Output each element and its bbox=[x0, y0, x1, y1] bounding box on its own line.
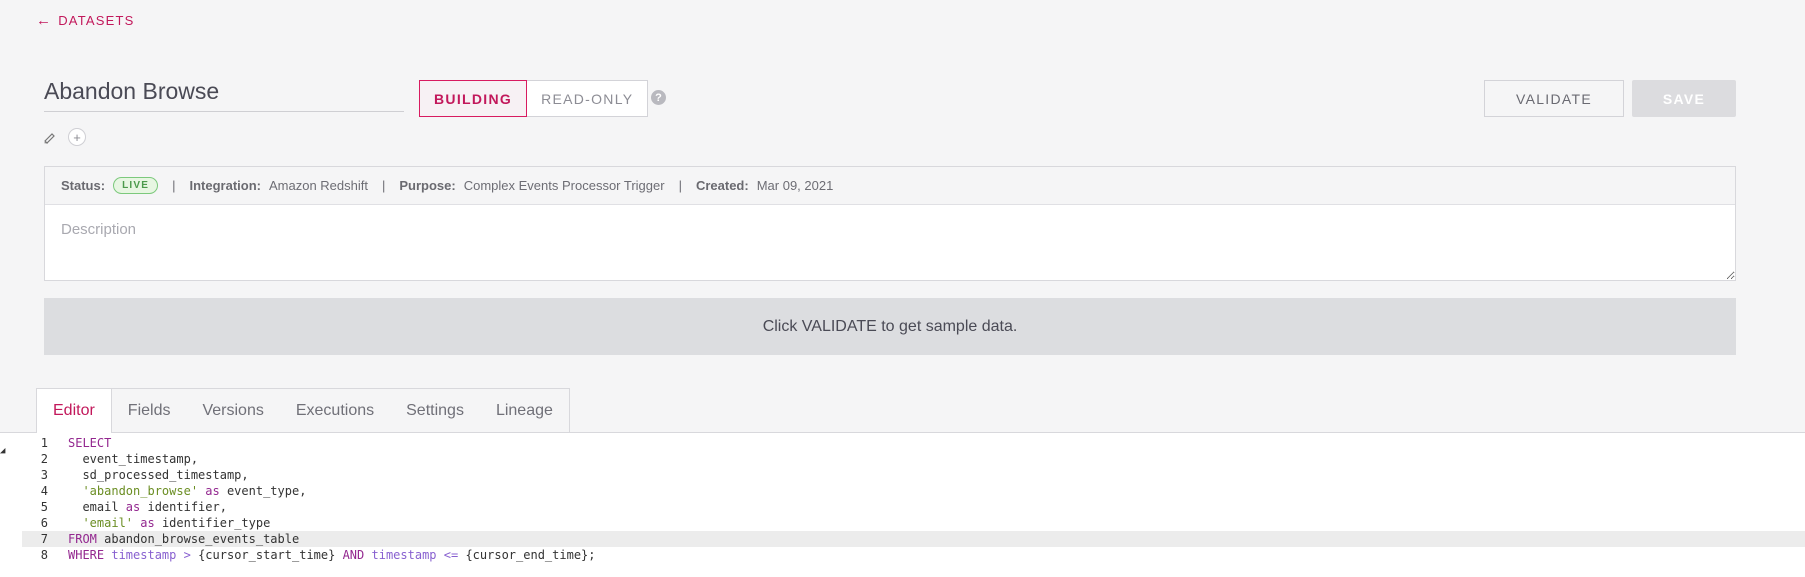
separator: | bbox=[678, 178, 682, 193]
code-text: 'email' as identifier_type bbox=[82, 516, 271, 530]
tab-versions[interactable]: Versions bbox=[186, 388, 280, 432]
code-text: SELECT bbox=[68, 436, 112, 450]
sample-data-message: Click VALIDATE to get sample data. bbox=[762, 317, 1018, 335]
code-text: FROM abandon_browse_events_table bbox=[68, 532, 300, 546]
code-line[interactable]: 8 WHERE timestamp > {cursor_start_time} … bbox=[22, 547, 1805, 563]
building-mode-button[interactable]: BUILDING bbox=[419, 80, 528, 117]
integration-value: Amazon Redshift bbox=[268, 178, 368, 193]
purpose-value: Complex Events Processor Trigger bbox=[463, 178, 665, 193]
eraser-icon[interactable] bbox=[42, 129, 58, 145]
code-line[interactable]: 2 event_timestamp, bbox=[22, 451, 1805, 467]
save-button[interactable]: SAVE bbox=[1632, 80, 1736, 117]
code-text: WHERE timestamp > {cursor_start_time} AN… bbox=[68, 548, 596, 562]
description-textarea[interactable] bbox=[45, 205, 1735, 280]
line-number: 2 bbox=[40, 452, 48, 466]
separator: | bbox=[172, 178, 176, 193]
purpose-label: Purpose: bbox=[399, 178, 456, 193]
metadata-bar: Status: LIVE | Integration: Amazon Redsh… bbox=[45, 167, 1735, 205]
line-number: 3 bbox=[40, 468, 48, 482]
title-tools: + bbox=[42, 128, 86, 146]
status-badge: LIVE bbox=[113, 177, 159, 194]
line-number: 6 bbox=[40, 516, 48, 530]
back-link-label: DATASETS bbox=[58, 13, 135, 28]
separator: | bbox=[381, 178, 386, 193]
created-value: Mar 09, 2021 bbox=[756, 178, 834, 193]
code-line[interactable]: 3 sd_processed_timestamp, bbox=[22, 467, 1805, 483]
code-line[interactable]: 5 email as identifier, bbox=[22, 499, 1805, 515]
dataset-info-panel: Status: LIVE | Integration: Amazon Redsh… bbox=[44, 166, 1736, 281]
dataset-title: Abandon Browse bbox=[44, 78, 220, 104]
code-line[interactable]: 4 'abandon_browse' as event_type, bbox=[22, 483, 1805, 499]
tab-settings[interactable]: Settings bbox=[390, 388, 480, 432]
tab-lineage[interactable]: Lineage bbox=[479, 388, 570, 432]
mode-toggle: BUILDING READ-ONLY bbox=[419, 80, 649, 117]
line-number: 4 bbox=[40, 484, 48, 498]
dataset-title-field[interactable]: Abandon Browse bbox=[44, 78, 404, 112]
sample-data-banner: Click VALIDATE to get sample data. bbox=[44, 298, 1736, 355]
add-tag-icon[interactable]: + bbox=[68, 128, 86, 146]
line-number: 1 bbox=[40, 436, 48, 450]
validate-button[interactable]: VALIDATE bbox=[1484, 80, 1624, 117]
arrow-left-icon: ← bbox=[36, 12, 53, 29]
integration-label: Integration: bbox=[189, 178, 261, 193]
status-label: Status: bbox=[61, 178, 106, 193]
sql-editor[interactable]: ◢ 1 SELECT 2 event_timestamp, 3 sd_proce… bbox=[0, 432, 1805, 577]
code-text: sd_processed_timestamp, bbox=[68, 468, 249, 482]
code-line[interactable]: 1 SELECT bbox=[22, 435, 1805, 451]
read-only-mode-button[interactable]: READ-ONLY bbox=[527, 80, 649, 117]
tab-executions[interactable]: Executions bbox=[279, 388, 391, 432]
fold-marker-icon[interactable]: ◢ bbox=[0, 446, 5, 456]
code-text: event_timestamp, bbox=[68, 452, 199, 466]
help-icon[interactable]: ? bbox=[651, 90, 666, 105]
line-number: 8 bbox=[40, 548, 48, 562]
tab-fields[interactable]: Fields bbox=[111, 388, 187, 432]
code-text: 'abandon_browse' as event_type, bbox=[82, 484, 307, 498]
line-number: 7 bbox=[40, 532, 48, 546]
line-number: 5 bbox=[40, 500, 48, 514]
tab-editor[interactable]: Editor bbox=[36, 388, 112, 433]
created-label: Created: bbox=[695, 178, 749, 193]
code-text: email as identifier, bbox=[68, 500, 227, 514]
back-to-datasets-link[interactable]: ← DATASETS bbox=[36, 12, 135, 29]
code-line[interactable]: 6 'email' as identifier_type bbox=[22, 515, 1805, 531]
code-line-active[interactable]: 7 FROM abandon_browse_events_table bbox=[22, 531, 1805, 547]
tab-bar: Editor Fields Versions Executions Settin… bbox=[36, 388, 570, 433]
